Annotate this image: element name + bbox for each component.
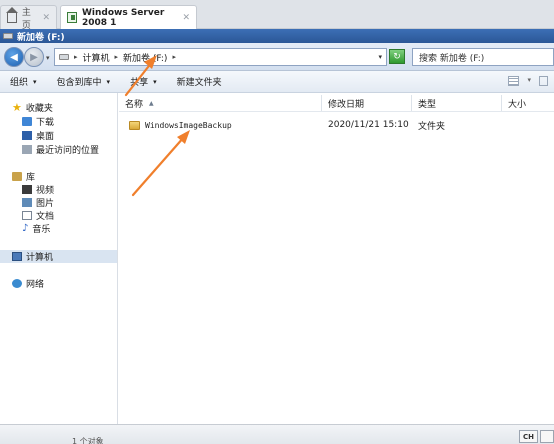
close-icon[interactable]: ✕ xyxy=(182,13,190,23)
status-text: 1 个对象 xyxy=(72,437,104,444)
library-icon xyxy=(12,172,22,181)
nav-item-label: 图片 xyxy=(36,199,55,209)
nav-item-label: 音乐 xyxy=(32,225,51,235)
breadcrumb-separator-icon[interactable]: ▸ xyxy=(172,53,176,61)
breadcrumb-computer[interactable]: 计算机 xyxy=(83,51,110,64)
column-header-type[interactable]: 类型 xyxy=(412,95,502,111)
include-in-library-button[interactable]: 包含到库中 ▾ xyxy=(56,75,111,89)
organize-button[interactable]: 组织 ▾ xyxy=(10,75,37,89)
column-header-name-label: 名称 xyxy=(125,99,144,110)
history-dropdown-icon[interactable]: ▾ xyxy=(46,54,50,62)
tab-windows-server[interactable]: Windows Server 2008 1 ✕ xyxy=(60,5,197,29)
breadcrumb-separator-icon[interactable]: ▸ xyxy=(115,53,119,61)
home-icon xyxy=(6,6,18,23)
nav-libraries-label: 库 xyxy=(26,173,36,183)
nav-computer[interactable]: 计算机 xyxy=(0,250,117,263)
column-header-date[interactable]: 修改日期 xyxy=(322,95,412,111)
header-divider xyxy=(119,111,554,112)
documents-icon xyxy=(22,211,32,220)
computer-icon xyxy=(12,252,22,261)
refresh-button[interactable]: ↻ xyxy=(389,49,405,64)
nav-item-documents[interactable]: 文档 xyxy=(22,209,54,222)
network-icon xyxy=(12,279,22,288)
column-header-date-label: 修改日期 xyxy=(328,99,365,110)
address-bar[interactable]: ▸ 计算机 ▸ 新加卷 (F:) ▸ ▾ xyxy=(54,48,387,66)
nav-item-label: 桌面 xyxy=(36,132,55,142)
drive-icon xyxy=(59,54,69,60)
address-row: ◀ ▶ ▾ ▸ 计算机 ▸ 新加卷 (F:) ▸ ▾ ↻ 搜索 新加卷 (F:) xyxy=(0,43,554,71)
breadcrumb-new-volume[interactable]: 新加卷 (F:) xyxy=(123,51,167,64)
navigation-pane: ★ 收藏夹 下载 桌面 最近访问的位置 库 视频 图片 文档 ♪ 音乐 计算机 … xyxy=(0,93,118,424)
folder-icon xyxy=(129,120,140,130)
tab-vm-label: Windows Server 2008 1 xyxy=(81,7,165,28)
forward-button[interactable]: ▶ xyxy=(24,47,44,67)
organize-label: 组织 xyxy=(10,78,29,88)
share-button[interactable]: 共享 ▾ xyxy=(130,75,157,89)
nav-item-label: 文档 xyxy=(36,212,55,222)
desktop-icon xyxy=(22,131,32,140)
tab-home[interactable]: 主页 ✕ xyxy=(0,5,57,31)
include-in-library-label: 包含到库中 xyxy=(56,78,102,88)
chevron-down-icon: ▾ xyxy=(33,77,37,86)
nav-libraries[interactable]: 库 xyxy=(12,170,35,183)
column-header-type-label: 类型 xyxy=(418,99,437,110)
sort-ascending-icon: ▲ xyxy=(149,99,154,107)
chevron-down-icon: ▾ xyxy=(153,77,157,86)
command-bar: 组织 ▾ 包含到库中 ▾ 共享 ▾ 新建文件夹 ▾ xyxy=(0,71,554,93)
ime-settings-icon[interactable] xyxy=(540,430,554,443)
file-type: 文件夹 xyxy=(418,121,446,132)
column-header-size-label: 大小 xyxy=(508,99,527,110)
breadcrumb-separator-icon[interactable]: ▸ xyxy=(74,53,78,61)
back-button[interactable]: ◀ xyxy=(4,47,24,67)
table-row[interactable]: WindowsImageBackup xyxy=(129,118,232,132)
share-label: 共享 xyxy=(130,78,149,88)
chevron-down-icon: ▾ xyxy=(106,77,111,86)
view-options-icon[interactable] xyxy=(508,76,520,86)
video-icon xyxy=(22,185,32,194)
nav-item-downloads[interactable]: 下载 xyxy=(22,115,54,128)
chevron-down-icon[interactable]: ▾ xyxy=(527,76,531,86)
window-title-bar: 新加卷 (F:) xyxy=(0,29,554,43)
music-icon: ♪ xyxy=(22,223,29,234)
pictures-icon xyxy=(22,198,32,207)
nav-item-pictures[interactable]: 图片 xyxy=(22,196,54,209)
nav-item-label: 最近访问的位置 xyxy=(36,146,100,156)
nav-item-music[interactable]: ♪ 音乐 xyxy=(22,222,51,236)
recent-places-icon xyxy=(22,145,32,154)
ime-indicator[interactable]: CH xyxy=(519,430,538,443)
nav-computer-label: 计算机 xyxy=(26,253,54,263)
nav-item-recent-places[interactable]: 最近访问的位置 xyxy=(22,143,99,156)
file-list: 名称 ▲ 修改日期 类型 大小 WindowsImageBackup 2020/… xyxy=(119,93,554,424)
close-icon[interactable]: ✕ xyxy=(42,13,50,23)
star-icon: ★ xyxy=(12,101,22,114)
nav-item-desktop[interactable]: 桌面 xyxy=(22,129,54,142)
virtual-machine-icon xyxy=(67,12,77,23)
new-folder-label: 新建文件夹 xyxy=(176,78,222,88)
window-title: 新加卷 (F:) xyxy=(17,32,65,43)
nav-item-label: 视频 xyxy=(36,186,55,196)
nav-favorites-label: 收藏夹 xyxy=(25,104,53,114)
search-input[interactable]: 搜索 新加卷 (F:) xyxy=(412,48,554,66)
file-name[interactable]: WindowsImageBackup xyxy=(145,121,232,130)
drive-icon xyxy=(3,33,13,39)
nav-favorites[interactable]: ★ 收藏夹 xyxy=(12,101,53,114)
nav-item-videos[interactable]: 视频 xyxy=(22,183,54,196)
column-header-size[interactable]: 大小 xyxy=(502,95,554,111)
column-header-name[interactable]: 名称 ▲ xyxy=(119,95,322,111)
tab-home-label: 主页 xyxy=(21,7,31,31)
address-dropdown-icon[interactable]: ▾ xyxy=(378,53,382,61)
nav-network-label: 网络 xyxy=(26,280,45,290)
view-controls: ▾ xyxy=(508,76,548,86)
nav-network[interactable]: 网络 xyxy=(12,277,44,290)
new-folder-button[interactable]: 新建文件夹 xyxy=(177,75,222,88)
status-bar: 1 个对象 CH xyxy=(0,424,554,444)
remote-desktop-window: 主页 ✕ Windows Server 2008 1 ✕ 新加卷 (F:) ◀ … xyxy=(0,0,554,444)
preview-pane-icon[interactable] xyxy=(539,76,548,86)
downloads-icon xyxy=(22,117,32,126)
tab-strip: 主页 ✕ Windows Server 2008 1 ✕ xyxy=(0,0,554,31)
file-date: 2020/11/21 15:10 xyxy=(328,120,409,130)
nav-item-label: 下载 xyxy=(36,118,55,128)
